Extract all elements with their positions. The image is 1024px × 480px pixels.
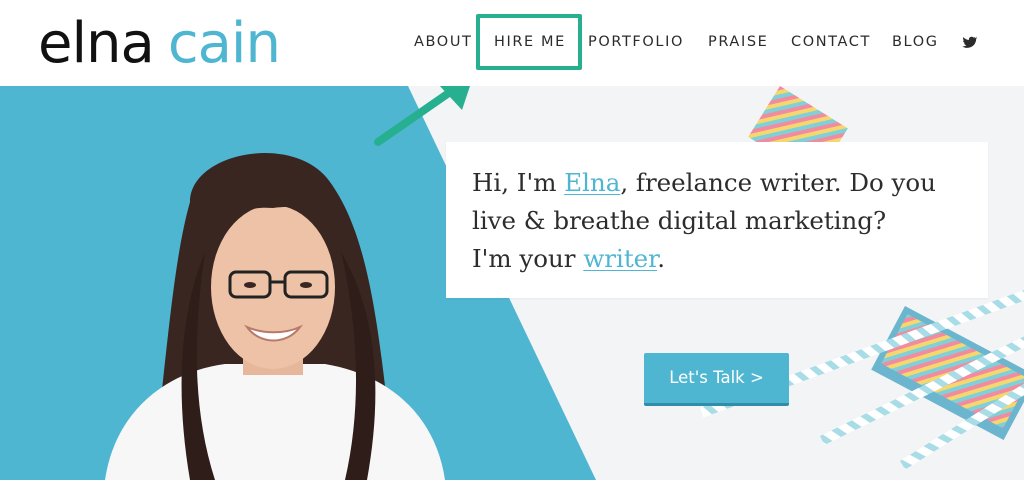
- site-header: elna cain ABOUT HIRE ME PORTFOLIO PRAISE …: [0, 0, 1024, 86]
- nav-item-about[interactable]: ABOUT: [414, 34, 473, 50]
- intro-headline: Hi, I'm Elna, freelance writer. Do you l…: [472, 164, 972, 278]
- intro-text-part: Hi, I'm: [472, 168, 565, 197]
- intro-text-part: I'm your: [472, 244, 584, 273]
- nav-item-blog[interactable]: BLOG: [892, 34, 939, 50]
- lets-talk-button[interactable]: Let's Talk >: [644, 353, 789, 406]
- twitter-icon[interactable]: [961, 34, 977, 50]
- intro-link-writer[interactable]: writer: [583, 244, 657, 273]
- arrow-up-right-icon: [374, 86, 470, 146]
- intro-text-part: .: [657, 244, 665, 273]
- hire-me-highlight-box: [476, 14, 582, 70]
- intro-link-elna[interactable]: Elna: [564, 168, 620, 197]
- nav-item-contact[interactable]: CONTACT: [791, 34, 871, 50]
- nav-item-praise[interactable]: PRAISE: [708, 34, 768, 50]
- nav-item-portfolio[interactable]: PORTFOLIO: [588, 34, 684, 50]
- portrait-photo: [105, 153, 445, 480]
